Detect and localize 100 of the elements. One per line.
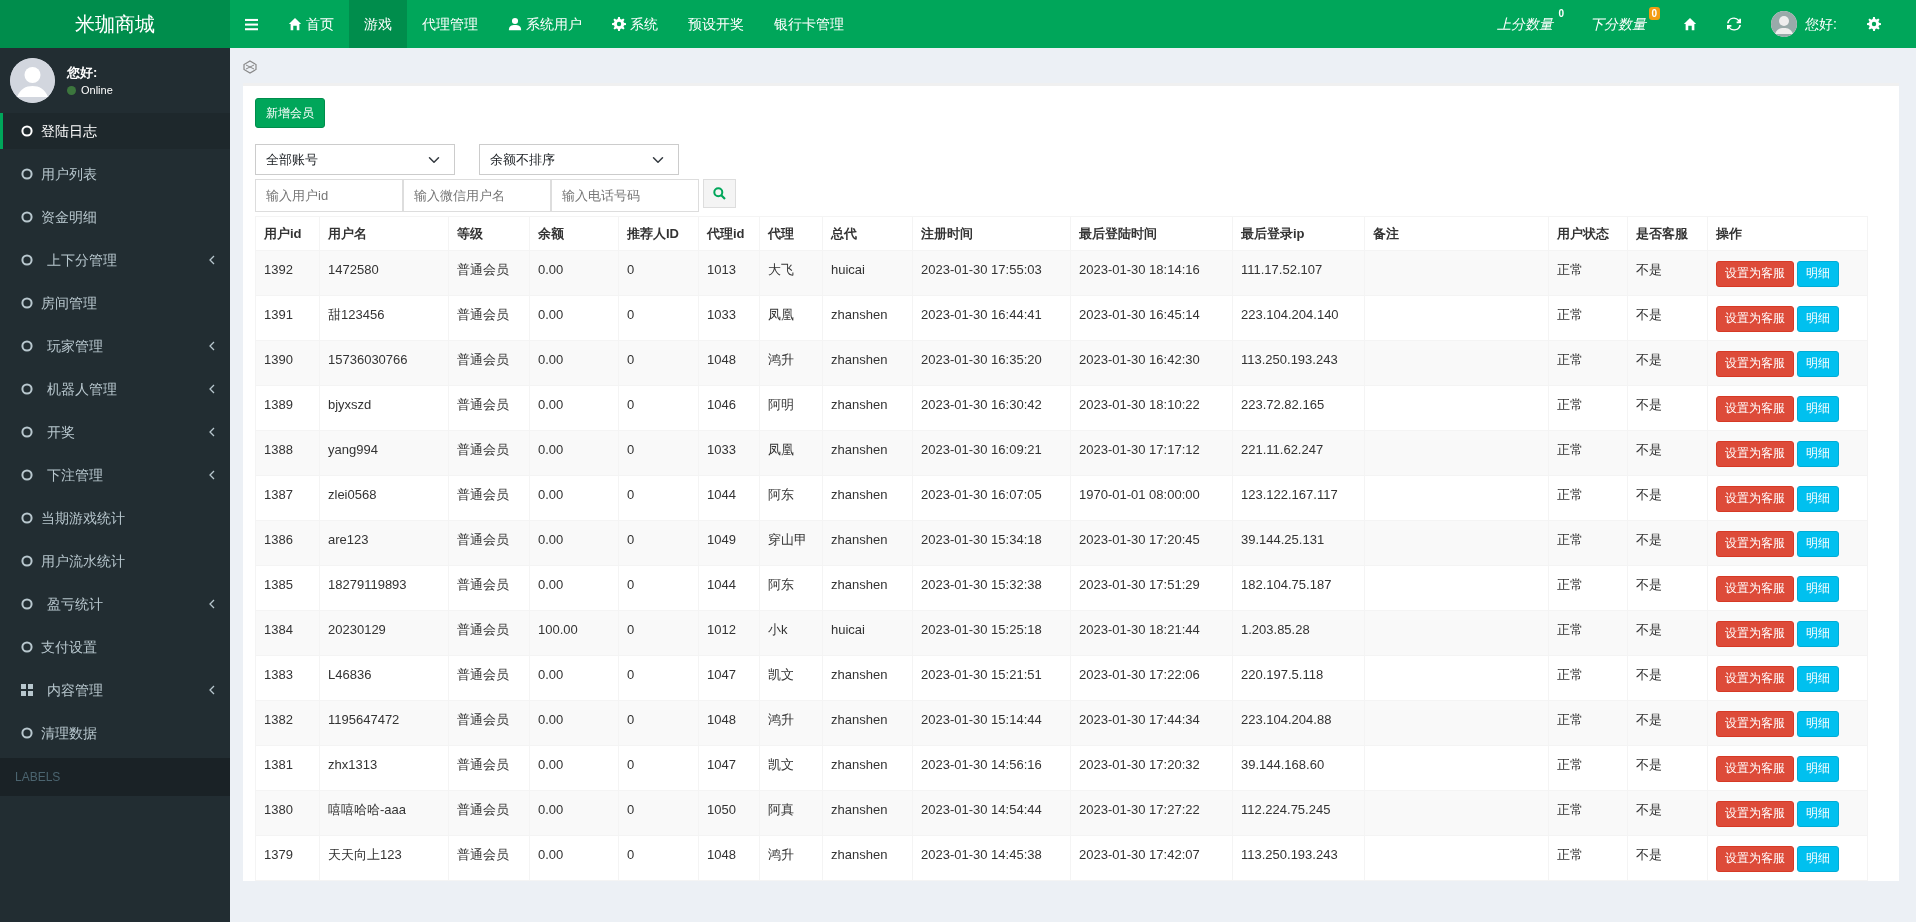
detail-button[interactable]: 明细: [1797, 711, 1839, 737]
sidebar-item[interactable]: 当期游戏统计: [0, 500, 230, 536]
set-service-button[interactable]: 设置为客服: [1716, 621, 1794, 647]
table-cell: 正常: [1557, 307, 1583, 322]
table-cell: 1391: [264, 307, 293, 322]
column-header: 最后登陆时间: [1070, 216, 1233, 251]
table-cell: 1049: [707, 532, 736, 547]
column-header: 注册时间: [912, 216, 1071, 251]
set-service-button[interactable]: 设置为客服: [1716, 486, 1794, 512]
sidebar-item[interactable]: 下注管理: [0, 457, 230, 493]
table-cell: zhanshen: [831, 532, 888, 547]
counter-link[interactable]: 上分数量 0: [1482, 0, 1576, 48]
set-service-button[interactable]: 设置为客服: [1716, 306, 1794, 332]
table-cell: yang994: [328, 442, 378, 457]
table-cell: 100.00: [538, 622, 578, 637]
circle-icon: [21, 254, 33, 266]
set-service-button[interactable]: 设置为客服: [1716, 756, 1794, 782]
detail-button[interactable]: 明细: [1797, 576, 1839, 602]
sidebar-item[interactable]: 内容管理: [0, 672, 230, 708]
nav-tab[interactable]: 首页: [273, 0, 349, 48]
sidebar-item[interactable]: 支付设置: [0, 629, 230, 665]
filter-select[interactable]: 全部账号: [255, 144, 455, 175]
nav-tab[interactable]: 系统用户: [493, 0, 597, 48]
detail-button[interactable]: 明细: [1797, 306, 1839, 332]
detail-button[interactable]: 明细: [1797, 801, 1839, 827]
sidebar-item[interactable]: 机器人管理: [0, 371, 230, 407]
add-member-button[interactable]: 新增会员: [255, 98, 325, 128]
nav-tab[interactable]: 银行卡管理: [759, 0, 859, 48]
set-service-button[interactable]: 设置为客服: [1716, 711, 1794, 737]
set-service-button[interactable]: 设置为客服: [1716, 846, 1794, 872]
set-service-button[interactable]: 设置为客服: [1716, 801, 1794, 827]
detail-button[interactable]: 明细: [1797, 846, 1839, 872]
sidebar-item[interactable]: 清理数据: [0, 715, 230, 751]
sidebar-item[interactable]: 上下分管理: [0, 242, 230, 278]
sidebar-item[interactable]: 资金明细: [0, 199, 230, 235]
table-cell: 正常: [1557, 757, 1583, 772]
table-cell: 不是: [1636, 847, 1662, 862]
table-cell: 1385: [264, 577, 293, 592]
table-cell: 0: [627, 757, 635, 772]
table-cell: 鸿升: [768, 352, 794, 367]
user-menu[interactable]: 您好:: [1756, 0, 1852, 48]
sidebar-item[interactable]: 盈亏统计: [0, 586, 230, 622]
table-cell: 2023-01-30 17:55:03: [921, 262, 1042, 277]
circle-icon: [21, 168, 33, 180]
nav-tab[interactable]: 代理管理: [407, 0, 493, 48]
column-header: 用户名: [319, 216, 449, 251]
set-service-button[interactable]: 设置为客服: [1716, 666, 1794, 692]
table-cell: 0.00: [538, 667, 564, 682]
filter-select[interactable]: 余额不排序: [479, 144, 679, 175]
table-cell: 普通会员: [457, 397, 509, 412]
table-cell: 1383: [264, 667, 293, 682]
nav-tab[interactable]: 游戏: [349, 0, 407, 48]
table-cell: 1044: [707, 487, 736, 502]
set-service-button[interactable]: 设置为客服: [1716, 576, 1794, 602]
sidebar-item[interactable]: 玩家管理: [0, 328, 230, 364]
sidebar-item[interactable]: 房间管理: [0, 285, 230, 321]
table-cell: 不是: [1636, 442, 1662, 457]
set-service-button[interactable]: 设置为客服: [1716, 261, 1794, 287]
table-cell: 2023-01-30 16:09:21: [921, 442, 1042, 457]
table-cell: 2023-01-30 14:54:44: [921, 802, 1042, 817]
table-cell: 普通会员: [457, 712, 509, 727]
brand-logo[interactable]: 米珈商城: [0, 0, 230, 48]
nav-tab[interactable]: 系统: [597, 0, 673, 48]
online-status: Online: [67, 82, 113, 99]
search-button[interactable]: [703, 179, 736, 208]
sidebar-item[interactable]: 登陆日志: [0, 113, 230, 149]
circle-icon: [21, 598, 33, 610]
table-cell: 正常: [1557, 577, 1583, 592]
sidebar-item[interactable]: 开奖: [0, 414, 230, 450]
table-cell: 正常: [1557, 622, 1583, 637]
detail-button[interactable]: 明细: [1797, 261, 1839, 287]
table-cell: 0.00: [538, 532, 564, 547]
table-cell: 正常: [1557, 667, 1583, 682]
set-service-button[interactable]: 设置为客服: [1716, 351, 1794, 377]
sidebar-item[interactable]: 用户流水统计: [0, 543, 230, 579]
set-service-button[interactable]: 设置为客服: [1716, 396, 1794, 422]
table-cell: zhanshen: [831, 577, 888, 592]
sidebar-item[interactable]: 用户列表: [0, 156, 230, 192]
detail-button[interactable]: 明细: [1797, 621, 1839, 647]
counter-link[interactable]: 下分数量 0: [1575, 0, 1669, 48]
table-cell: 223.104.204.140: [1241, 307, 1339, 322]
nav-tab[interactable]: 预设开奖: [673, 0, 759, 48]
table-cell: 正常: [1557, 262, 1583, 277]
set-service-button[interactable]: 设置为客服: [1716, 441, 1794, 467]
detail-button[interactable]: 明细: [1797, 351, 1839, 377]
search-field[interactable]: 输入电话号码: [551, 179, 699, 212]
table-cell: 0: [627, 847, 635, 862]
set-service-button[interactable]: 设置为客服: [1716, 531, 1794, 557]
detail-button[interactable]: 明细: [1797, 756, 1839, 782]
search-field[interactable]: 输入用户id: [255, 179, 403, 212]
search-field[interactable]: 输入微信用户名: [403, 179, 551, 212]
detail-button[interactable]: 明细: [1797, 666, 1839, 692]
table-cell: 113.250.193.243: [1241, 352, 1338, 367]
table-cell: 0.00: [538, 487, 564, 502]
detail-button[interactable]: 明细: [1797, 396, 1839, 422]
column-header: 代理id: [698, 216, 760, 251]
detail-button[interactable]: 明细: [1797, 531, 1839, 557]
detail-button[interactable]: 明细: [1797, 486, 1839, 512]
table-cell: 15736030766: [328, 352, 408, 367]
detail-button[interactable]: 明细: [1797, 441, 1839, 467]
